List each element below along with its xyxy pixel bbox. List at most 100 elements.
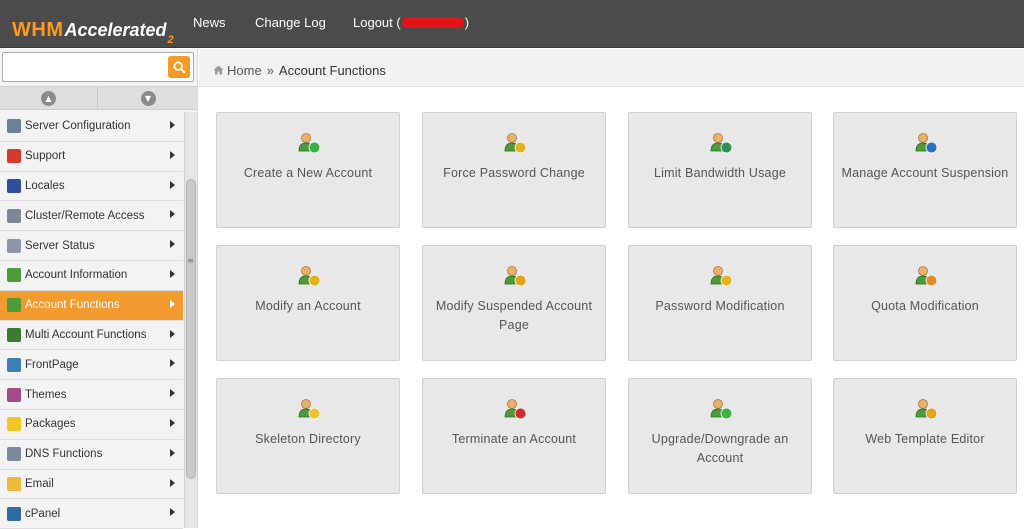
tile-suspended-page[interactable]: Modify Suspended Account Page — [422, 245, 606, 361]
sidebar-item-account-info[interactable]: Account Information — [0, 260, 183, 291]
account-info-icon — [7, 268, 21, 283]
chevron-right-icon — [170, 478, 175, 487]
web-template-icon — [915, 399, 938, 420]
cluster-icon — [7, 208, 21, 223]
chevron-right-icon — [170, 389, 175, 398]
tile-label: Limit Bandwidth Usage — [653, 166, 787, 180]
multi-account-icon — [7, 327, 21, 342]
sidebar-item-packages[interactable]: Packages — [0, 409, 183, 440]
tile-label: Web Template Editor — [865, 432, 985, 446]
password-modification-icon — [710, 266, 733, 287]
tile-quota[interactable]: Quota Modification — [833, 245, 1017, 361]
tile-label: Modify an Account — [255, 299, 361, 313]
tile-label: Quota Modification — [871, 299, 979, 313]
sidebar: ▲ ▼ Server Configuration Support Locales Cl… — [0, 49, 198, 529]
sidebar-item-label: DNS Functions — [25, 448, 103, 461]
sidebar-item-frontpage[interactable]: FrontPage — [0, 350, 183, 381]
grip-icon: ≡ — [187, 256, 194, 265]
logo-accelerated-text: Accelerated — [64, 20, 167, 40]
breadcrumb-current: Account Functions — [278, 63, 386, 78]
sidebar-item-label: FrontPage — [25, 358, 79, 371]
tile-label: Upgrade/Downgrade an Account — [651, 432, 789, 465]
tile-label: Modify Suspended Account Page — [435, 299, 593, 332]
whm-logo[interactable]: WHM Accelerated 2 — [12, 10, 174, 46]
sidebar-item-email[interactable]: Email — [0, 469, 183, 500]
nav-logout-link[interactable]: Logout () — [353, 15, 469, 30]
scroll-up-button[interactable]: ▲ — [0, 87, 98, 109]
sidebar-item-cpanel[interactable]: cPanel — [0, 499, 183, 529]
sidebar-item-label: Support — [25, 150, 66, 163]
sidebar-item-label: Email — [25, 477, 54, 490]
frontpage-icon — [7, 357, 21, 372]
create-account-icon — [298, 133, 321, 154]
skeleton-directory-icon — [298, 399, 321, 420]
chevron-right-icon — [170, 329, 175, 338]
tile-bandwidth[interactable]: Limit Bandwidth Usage — [628, 112, 812, 228]
sidebar-item-label: Account Functions — [25, 299, 120, 312]
scrollbar-thumb[interactable] — [186, 179, 196, 479]
redacted-username — [401, 17, 464, 28]
tile-label: Create a New Account — [243, 166, 373, 180]
sidebar-scrollbar[interactable]: ≡ — [184, 112, 197, 528]
tile-create-account[interactable]: Create a New Account — [216, 112, 400, 228]
chevron-right-icon — [170, 299, 175, 308]
scroll-down-button[interactable]: ▼ — [99, 87, 197, 109]
tile-label: Password Modification — [655, 299, 785, 313]
search-button[interactable] — [168, 56, 190, 78]
search-input[interactable] — [5, 55, 165, 79]
tile-password-modification[interactable]: Password Modification — [628, 245, 812, 361]
search-icon — [172, 60, 186, 74]
force-password-icon — [504, 133, 527, 154]
packages-icon — [7, 417, 21, 432]
tile-upgrade-account[interactable]: Upgrade/Downgrade an Account — [628, 378, 812, 494]
sidebar-item-label: Multi Account Functions — [25, 328, 147, 341]
logo-whm-text: WHM — [12, 19, 64, 41]
breadcrumb-home-link[interactable]: Home — [227, 63, 262, 78]
cpanel-icon — [7, 506, 21, 521]
sidebar-item-label: Server Configuration — [25, 120, 131, 133]
chevron-right-icon — [170, 359, 175, 368]
tile-label: Skeleton Directory — [255, 432, 361, 446]
breadcrumb: Home » Account Functions — [213, 63, 386, 78]
tile-skeleton-directory[interactable]: Skeleton Directory — [216, 378, 400, 494]
chevron-right-icon — [170, 121, 175, 129]
logout-prefix: Logout ( — [353, 15, 401, 30]
server-status-icon — [7, 238, 21, 253]
tile-modify-account[interactable]: Modify an Account — [216, 245, 400, 361]
sidebar-item-themes[interactable]: Themes — [0, 380, 183, 410]
top-bar: WHM Accelerated 2 News Change Log Logout… — [0, 0, 1024, 48]
sidebar-item-multi-account[interactable]: Multi Account Functions — [0, 320, 183, 351]
nav-news-link[interactable]: News — [193, 15, 226, 30]
arrow-down-icon: ▼ — [140, 90, 156, 106]
sidebar-menu: Server Configuration Support Locales Cluste… — [0, 112, 183, 529]
sidebar-item-server-status[interactable]: Server Status — [0, 231, 183, 261]
logo-version-text: 2 — [167, 34, 174, 46]
sidebar-item-dns[interactable]: DNS Functions — [0, 439, 183, 470]
sidebar-item-locales[interactable]: Locales — [0, 171, 183, 202]
chevron-right-icon — [170, 508, 175, 517]
sidebar-item-label: Account Information — [25, 269, 128, 282]
sidebar-item-server-config[interactable]: Server Configuration — [0, 112, 183, 142]
tile-web-template[interactable]: Web Template Editor — [833, 378, 1017, 494]
sidebar-item-support[interactable]: Support — [0, 141, 183, 172]
suspended-page-icon — [504, 266, 527, 287]
account-functions-icon — [7, 298, 21, 313]
quota-icon — [915, 266, 938, 287]
sidebar-item-label: Packages — [25, 418, 76, 431]
tile-force-password[interactable]: Force Password Change — [422, 112, 606, 228]
server-config-icon — [7, 119, 21, 134]
nav-changelog-link[interactable]: Change Log — [255, 15, 326, 30]
tile-label: Terminate an Account — [451, 432, 577, 446]
chevron-right-icon — [170, 269, 175, 278]
dns-icon — [7, 447, 21, 462]
tile-terminate-account[interactable]: Terminate an Account — [422, 378, 606, 494]
tile-suspension[interactable]: Manage Account Suspension — [833, 112, 1017, 228]
chevron-right-icon — [170, 210, 175, 219]
menu-scroll-controls: ▲ ▼ — [0, 86, 198, 110]
chevron-right-icon — [170, 448, 175, 457]
themes-icon — [7, 387, 21, 402]
logout-suffix: ) — [464, 15, 470, 30]
sidebar-item-cluster[interactable]: Cluster/Remote Access — [0, 201, 183, 232]
sidebar-item-account-functions[interactable]: Account Functions — [0, 290, 183, 321]
arrow-up-icon: ▲ — [41, 90, 56, 106]
